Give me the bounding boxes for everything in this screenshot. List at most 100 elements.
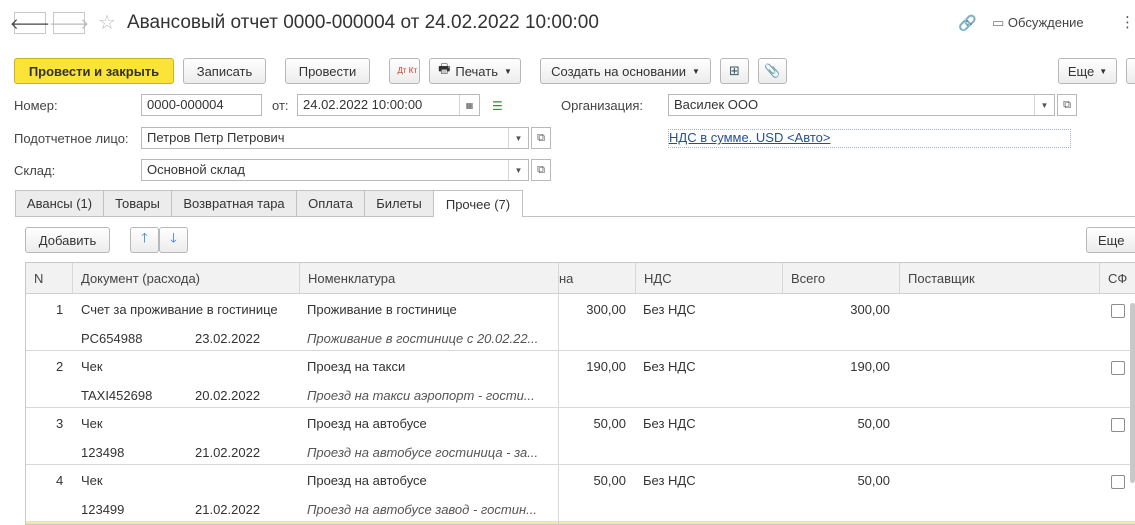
invoice-checkbox[interactable] [1111,361,1125,375]
row-divider [26,350,1135,351]
vat-value: Без НДС [643,302,696,317]
paperclip-icon: 📎 [764,63,781,78]
tab-tickets[interactable]: Билеты [364,190,434,216]
column-header-supplier[interactable]: Поставщик [900,263,1100,294]
vertical-scrollbar[interactable] [1130,303,1135,483]
dtkt-button[interactable]: Дт Кт [389,58,420,84]
date-value: 24.02.2022 10:00:00 [303,97,423,112]
open-organization-button[interactable]: ⧉ [1057,94,1077,116]
row-number: 1 [56,302,64,317]
discussion-button[interactable]: ▭ Обсуждение [992,15,1084,31]
tab-goods[interactable]: Товары [103,190,172,216]
person-label: Подотчетное лицо: [14,131,129,146]
open-icon: ⧉ [1063,98,1071,111]
row-divider [26,464,1135,465]
chevron-down-icon: ▼ [503,66,512,76]
tab-label: Билеты [376,196,422,211]
chevron-down-icon[interactable]: ▼ [508,160,528,180]
tab-advances[interactable]: Авансы (1) [15,190,104,216]
item-name: Проезд на автобусе [307,416,427,431]
vat-value: Без НДС [643,473,696,488]
forward-button[interactable]: 🡒 [49,12,89,34]
back-button[interactable]: 🡐 [10,12,50,34]
column-header-item[interactable]: Номенклатура [300,263,559,294]
column-separator [558,294,559,524]
document-date: 21.02.2022 [195,502,261,517]
column-header-document[interactable]: Документ (расхода) [73,263,300,294]
menu-kebab-icon[interactable]: ⋮ [1120,13,1135,31]
expenses-table: N Документ (расхода) Номенклатура на НДС… [25,262,1135,525]
post-and-close-label: Провести и закрыть [28,63,160,79]
move-up-button[interactable]: 🡑 [130,227,159,253]
more-label: Еще [1098,232,1125,248]
move-down-button[interactable]: 🡓 [159,227,188,253]
attach-file-button[interactable]: 📎 [758,58,787,84]
invoice-checkbox[interactable] [1111,418,1125,432]
row-divider [26,521,1135,524]
print-button[interactable]: 🖶 Печать ▼ [429,58,521,84]
person-field[interactable]: Петров Петр Петрович ▼ [141,127,529,149]
window-title: Авансовый отчет 0000-000004 от 24.02.202… [127,12,599,33]
tab-other[interactable]: Прочее (7) [433,190,523,217]
open-warehouse-button[interactable]: ⧉ [531,159,551,181]
document-name: Чек [81,416,103,431]
column-header-invoice[interactable]: СФ [1100,263,1135,294]
tab-label: Прочее (7) [445,196,511,212]
chevron-down-icon[interactable]: ▼ [1034,95,1054,115]
open-person-button[interactable]: ⧉ [531,127,551,149]
tab-returnable-packaging[interactable]: Возвратная тара [171,190,297,216]
add-label: Добавить [38,232,97,248]
document-name: Счет за проживание в гостинице [81,302,278,317]
item-description: Проживание в гостинице с 20.02.22... [307,331,539,346]
add-row-button[interactable]: Добавить [25,227,110,253]
column-header-vat[interactable]: НДС [636,263,783,294]
organization-label: Организация: [561,98,644,113]
row-number: 4 [56,473,64,488]
save-label: Записать [196,63,253,79]
person-value: Петров Петр Петрович [147,130,285,145]
date-label: от: [272,98,289,113]
create-based-on-button[interactable]: Создать на основании ▼ [540,58,711,84]
vat-value: Без НДС [643,359,696,374]
total-value: 50,00 [857,473,890,488]
row-number: 2 [56,359,64,374]
document-number: 123498 [81,445,125,460]
sum-value: 300,00 [586,302,626,317]
post-button[interactable]: Провести [285,58,370,84]
invoice-checkbox[interactable] [1111,475,1125,489]
column-header-total[interactable]: Всего [783,263,900,294]
post-and-close-button[interactable]: Провести и закрыть [14,58,174,84]
more-button[interactable]: Еще ▼ [1058,58,1117,84]
post-status-icon[interactable]: ☰ [492,99,503,113]
help-button[interactable] [1126,58,1135,84]
date-field[interactable]: 24.02.2022 10:00:00 ▦ [297,94,480,116]
post-label: Провести [298,63,357,79]
hierarchy-icon: ⊞ [729,63,740,78]
dtkt-icon: Дт Кт [397,66,418,75]
calendar-icon[interactable]: ▦ [459,95,479,115]
vat-link[interactable]: НДС в сумме. USD <Авто> [669,130,830,145]
table-more-button[interactable]: Еще [1086,227,1135,253]
link-icon[interactable]: 🔗 [958,14,977,32]
document-number: PC654988 [81,331,143,346]
structure-button[interactable]: ⊞ [720,58,749,84]
item-name: Проезд на автобусе [307,473,427,488]
favorite-star-icon[interactable]: ☆ [98,10,116,35]
row-divider [26,407,1135,408]
organization-field[interactable]: Василек ООО ▼ [668,94,1055,116]
column-header-n[interactable]: N [26,263,73,294]
chat-icon: ▭ [992,15,1005,30]
document-name: Чек [81,359,103,374]
warehouse-field[interactable]: Основной склад ▼ [141,159,529,181]
invoice-checkbox[interactable] [1111,304,1125,318]
total-value: 50,00 [857,416,890,431]
document-name: Чек [81,473,103,488]
save-button[interactable]: Записать [183,58,266,84]
tab-payment[interactable]: Оплата [296,190,365,216]
column-header-sum[interactable]: на [559,263,636,294]
warehouse-label: Склад: [14,163,56,178]
document-date: 21.02.2022 [195,445,261,460]
chevron-down-icon[interactable]: ▼ [508,128,528,148]
vat-value: Без НДС [643,416,696,431]
number-field[interactable]: 0000-000004 [141,94,262,116]
